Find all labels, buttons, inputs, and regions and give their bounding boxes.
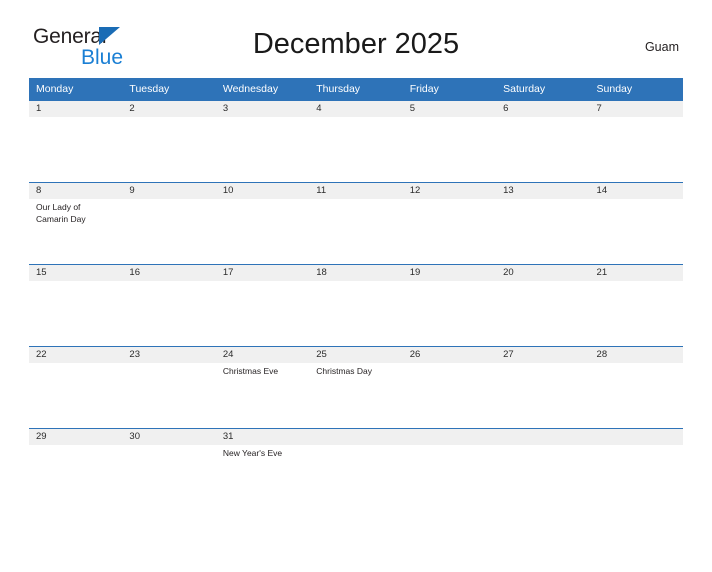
calendar-header-row: Monday Tuesday Wednesday Thursday Friday Satu…	[29, 78, 683, 101]
day-number: 30	[122, 429, 216, 445]
holiday-label: New Year's Eve	[222, 448, 283, 458]
calendar-day-cell[interactable]: 28	[589, 346, 683, 429]
calendar-day-cell[interactable]: 21	[589, 264, 683, 347]
calendar-page: General Blue December 2025 Guam Monday Tu…	[0, 22, 712, 572]
day-number: 13	[496, 183, 590, 199]
day-number: 21	[589, 265, 683, 281]
day-number: 15	[29, 265, 123, 281]
day-number: 18	[309, 265, 403, 281]
holiday-label: Our Lady of Camarin Day	[36, 202, 86, 224]
day-number: 2	[122, 101, 216, 117]
calendar-day-cell-empty	[402, 428, 497, 461]
calendar-day-cell-empty	[309, 428, 403, 461]
calendar-day-cell[interactable]: 15	[29, 264, 123, 347]
day-number: 1	[29, 101, 123, 117]
calendar-week-row: 22 23 24 Christmas Eve 25 Christmas Day 26 27 28	[29, 346, 683, 429]
holiday-label: Christmas Day	[316, 366, 372, 376]
day-number: 8	[29, 183, 123, 199]
calendar-day-cell[interactable]: 16	[122, 264, 216, 347]
calendar-day-cell[interactable]: 23	[122, 346, 216, 429]
weekday-header-saturday: Saturday	[496, 78, 590, 101]
day-number: 19	[402, 265, 497, 281]
day-events: Christmas Day	[309, 363, 402, 378]
day-number	[402, 429, 497, 445]
calendar-day-cell-empty	[496, 428, 590, 461]
weekday-header-tuesday: Tuesday	[122, 78, 216, 101]
calendar-day-cell[interactable]: 18	[309, 264, 403, 347]
calendar-week-row: 29 30 31 New Year's Eve	[29, 428, 683, 461]
day-events: New Year's Eve	[216, 445, 309, 460]
calendar-grid: Monday Tuesday Wednesday Thursday Friday Satu…	[29, 78, 683, 461]
day-number: 16	[122, 265, 216, 281]
day-number: 3	[215, 101, 310, 117]
day-number: 9	[122, 183, 216, 199]
day-number	[496, 429, 590, 445]
calendar-day-cell[interactable]: 8 Our Lady of Camarin Day	[29, 182, 123, 265]
calendar-day-cell[interactable]: 31 New Year's Eve	[215, 428, 310, 461]
calendar-body: 1 2 3 4 5 6 7 8 Our Lady of Camarin Day 9 10 11 12 13…	[29, 100, 683, 461]
day-number	[589, 429, 683, 445]
calendar-day-cell[interactable]: 1	[29, 100, 123, 183]
day-number: 4	[309, 101, 403, 117]
calendar-day-cell[interactable]: 6	[496, 100, 590, 183]
calendar-day-cell[interactable]: 7	[589, 100, 683, 183]
calendar-day-cell[interactable]: 14	[589, 182, 683, 265]
day-events: Our Lady of Camarin Day	[29, 199, 122, 225]
calendar-day-cell[interactable]: 25 Christmas Day	[309, 346, 403, 429]
day-number: 12	[402, 183, 497, 199]
calendar-week-row: 15 16 17 18 19 20 21	[29, 264, 683, 347]
calendar-day-cell[interactable]: 9	[122, 182, 216, 265]
page-header: General Blue December 2025 Guam	[29, 22, 683, 74]
page-title: December 2025	[252, 28, 460, 60]
calendar-day-cell[interactable]: 17	[215, 264, 310, 347]
calendar-day-cell[interactable]: 3	[215, 100, 310, 183]
day-number: 26	[402, 347, 497, 363]
calendar-day-cell[interactable]: 20	[496, 264, 590, 347]
day-number: 14	[589, 183, 683, 199]
day-events: Christmas Eve	[216, 363, 309, 378]
calendar-day-cell[interactable]: 27	[496, 346, 590, 429]
calendar-day-cell[interactable]: 13	[496, 182, 590, 265]
calendar-day-cell[interactable]: 2	[122, 100, 216, 183]
day-number: 29	[29, 429, 123, 445]
region-label: Guam	[644, 40, 679, 54]
calendar-day-cell[interactable]: 19	[402, 264, 497, 347]
weekday-header-monday: Monday	[29, 78, 123, 101]
calendar-week-row: 8 Our Lady of Camarin Day 9 10 11 12 13 14	[29, 182, 683, 265]
calendar-day-cell-empty	[589, 428, 683, 461]
day-number: 10	[215, 183, 310, 199]
calendar-day-cell[interactable]: 29	[29, 428, 123, 461]
weekday-header-wednesday: Wednesday	[215, 78, 310, 101]
calendar-day-cell[interactable]: 4	[309, 100, 403, 183]
calendar-day-cell[interactable]: 26	[402, 346, 497, 429]
day-number	[309, 429, 403, 445]
weekday-header-thursday: Thursday	[309, 78, 403, 101]
day-number: 25	[309, 347, 403, 363]
holiday-label: Christmas Eve	[222, 366, 279, 376]
calendar-week-row: 1234567	[29, 100, 683, 183]
calendar-day-cell[interactable]: 30	[122, 428, 216, 461]
day-number: 27	[496, 347, 590, 363]
calendar-day-cell[interactable]: 24 Christmas Eve	[215, 346, 310, 429]
day-number: 20	[496, 265, 590, 281]
calendar-day-cell[interactable]: 5	[402, 100, 497, 183]
day-number: 17	[215, 265, 310, 281]
day-number: 28	[589, 347, 683, 363]
calendar-day-cell[interactable]: 11	[309, 182, 403, 265]
day-number: 24	[215, 347, 310, 363]
day-number: 7	[589, 101, 683, 117]
day-number: 23	[122, 347, 216, 363]
day-number: 11	[309, 183, 403, 199]
day-number: 31	[215, 429, 310, 445]
day-number: 6	[496, 101, 590, 117]
calendar-day-cell[interactable]: 22	[29, 346, 123, 429]
day-number: 5	[402, 101, 497, 117]
weekday-header-friday: Friday	[402, 78, 497, 101]
calendar-day-cell[interactable]: 12	[402, 182, 497, 265]
calendar-day-cell[interactable]: 10	[215, 182, 310, 265]
day-number: 22	[29, 347, 123, 363]
weekday-header-sunday: Sunday	[589, 78, 683, 101]
